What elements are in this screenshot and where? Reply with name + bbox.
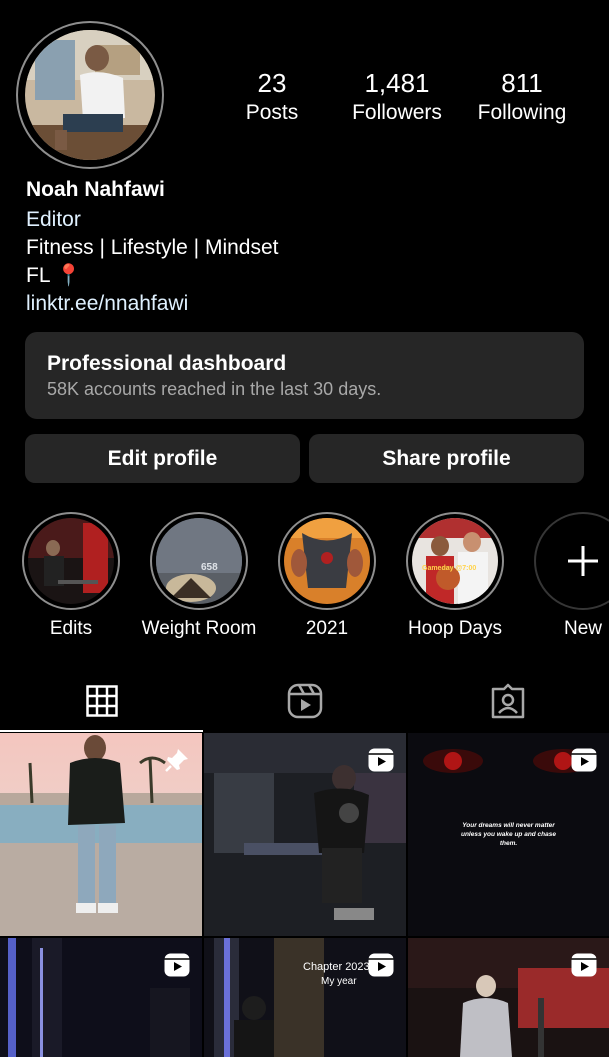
reels-icon	[368, 953, 394, 977]
highlight-label: Edits	[49, 618, 93, 639]
reels-icon	[368, 748, 394, 772]
highlight-thumbnail	[28, 518, 114, 604]
dashboard-subtitle: 58K accounts reached in the last 30 days…	[47, 379, 382, 399]
pin-icon	[165, 749, 188, 772]
following-count: 811	[501, 68, 543, 98]
grid-icon	[85, 685, 118, 717]
post-tile[interactable]	[204, 733, 406, 936]
stat-followers[interactable]: 1,481 Followers	[337, 66, 457, 126]
highlight-2021[interactable]	[278, 512, 376, 610]
following-label: Following	[477, 101, 567, 124]
post-chapter-subtitle: My year	[321, 976, 357, 987]
highlight-thumb-text: 658	[201, 562, 218, 573]
profile-link[interactable]: linktr.ee/nnahfawi	[26, 292, 188, 316]
avatar[interactable]	[25, 30, 155, 160]
stat-posts[interactable]: 23 Posts	[212, 66, 332, 126]
highlight-thumbnail	[284, 518, 370, 604]
tab-reels[interactable]	[203, 676, 406, 726]
edit-profile-button[interactable]: Edit profile	[25, 434, 300, 483]
new-highlight-button[interactable]	[534, 512, 609, 610]
followers-count: 1,481	[364, 68, 430, 98]
highlight-thumb-text: Gameday @7:00	[422, 565, 476, 572]
followers-label: Followers	[352, 101, 442, 124]
reels-icon	[571, 953, 597, 977]
posts-label: Posts	[245, 101, 299, 124]
plus-icon	[568, 546, 598, 576]
highlight-hoop-days[interactable]: Gameday @7:00	[406, 512, 504, 610]
tab-active-indicator	[0, 730, 203, 732]
posts-count: 23	[257, 68, 287, 98]
post-quote-text: Your dreams will never matter unless you…	[460, 822, 556, 847]
reels-icon	[287, 683, 322, 719]
reels-icon	[164, 953, 190, 977]
highlight-label: 2021	[305, 618, 349, 639]
tab-posts-grid[interactable]	[0, 676, 203, 726]
highlight-edits[interactable]	[22, 512, 120, 610]
post-tile[interactable]: Your dreams will never matter unless you…	[408, 733, 609, 936]
post-chapter-title: Chapter 2023	[303, 961, 370, 973]
post-tile[interactable]: Chapter 2023 My year	[204, 938, 406, 1057]
post-tile[interactable]	[408, 938, 609, 1057]
highlight-thumbnail: 658	[156, 518, 242, 604]
profile-name: Noah Nahfawi	[26, 178, 165, 201]
post-tile[interactable]	[0, 938, 202, 1057]
dashboard-title: Professional dashboard	[47, 352, 287, 375]
highlight-label: New	[563, 618, 602, 639]
highlight-weight-room[interactable]: 658	[150, 512, 248, 610]
stat-following[interactable]: 811 Following	[462, 66, 582, 126]
highlight-thumbnail: Gameday @7:00	[412, 518, 498, 604]
reels-icon	[571, 748, 597, 772]
tab-tagged[interactable]	[406, 676, 609, 726]
bio-line: Fitness | Lifestyle | Mindset	[26, 236, 279, 259]
highlight-label: Hoop Days	[408, 618, 502, 639]
share-profile-button[interactable]: Share profile	[309, 434, 584, 483]
bio-line: FL 📍	[26, 264, 82, 287]
profile-category: Editor	[26, 208, 81, 231]
post-tile[interactable]	[0, 733, 202, 936]
tagged-icon	[491, 683, 524, 719]
highlight-label: Weight Room	[141, 618, 257, 639]
